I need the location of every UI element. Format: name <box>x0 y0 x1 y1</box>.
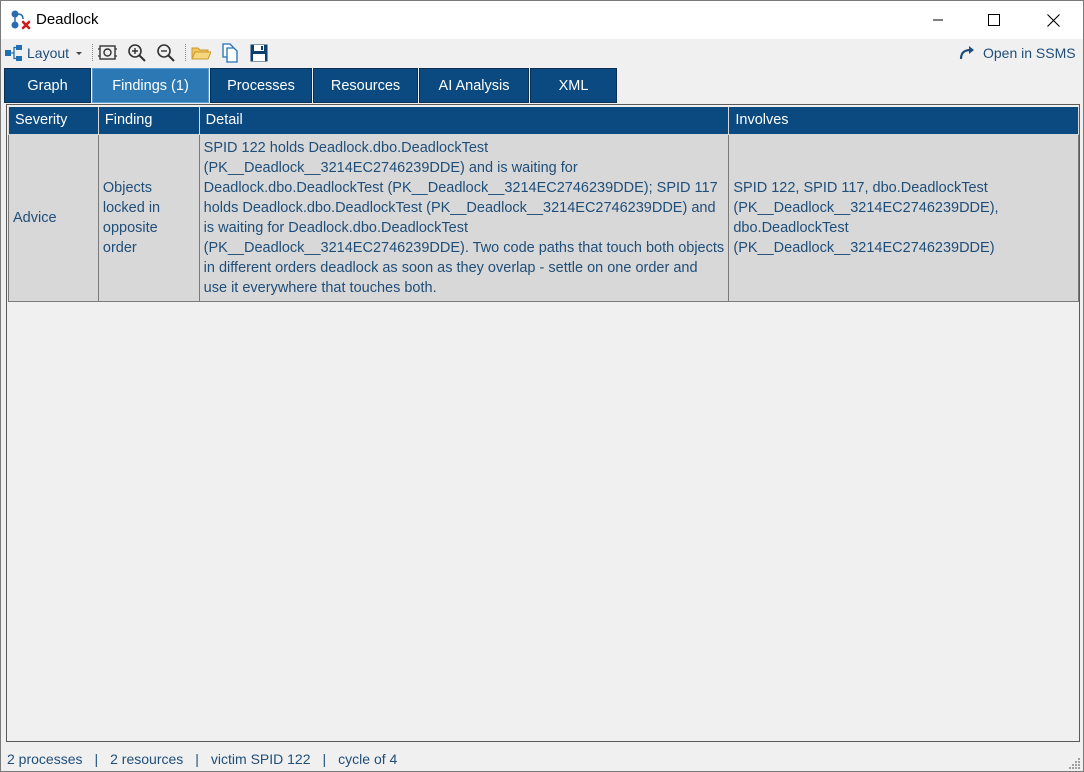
tab-processes[interactable]: Processes <box>210 68 312 103</box>
minimize-icon <box>933 19 943 21</box>
status-separator: | <box>322 751 327 767</box>
zoom-in-icon <box>128 44 146 62</box>
column-header-detail[interactable]: Detail <box>198 107 730 135</box>
layout-dropdown-button[interactable]: Layout <box>4 42 84 64</box>
findings-panel: Severity Finding Detail Involves Advice … <box>6 104 1080 742</box>
column-header-severity[interactable]: Severity <box>8 107 99 135</box>
column-header-finding[interactable]: Finding <box>97 107 200 135</box>
open-in-ssms-label: Open in SSMS <box>983 45 1076 61</box>
maximize-button[interactable] <box>971 1 1017 39</box>
copy-button[interactable] <box>220 42 240 64</box>
close-icon <box>1046 13 1060 27</box>
involves-cell[interactable]: SPID 122, SPID 117, dbo.DeadlockTest (PK… <box>728 133 1079 302</box>
copy-icon <box>222 43 238 63</box>
tab-findings[interactable]: Findings (1) <box>92 68 209 103</box>
minimize-button[interactable] <box>915 1 961 39</box>
table-row[interactable]: Advice Objects locked in opposite order … <box>8 133 1079 302</box>
zoom-out-icon <box>157 44 175 62</box>
detail-cell[interactable]: SPID 122 holds Deadlock.dbo.DeadlockTest… <box>198 133 730 302</box>
column-header-involves[interactable]: Involves <box>728 107 1079 135</box>
zoom-in-button[interactable] <box>127 42 147 64</box>
layout-label: Layout <box>27 45 70 61</box>
layout-icon <box>5 45 22 61</box>
toolbar-separator <box>185 44 186 61</box>
save-button[interactable] <box>249 42 269 64</box>
findings-table: Severity Finding Detail Involves Advice … <box>8 107 1079 302</box>
toolbar-separator <box>92 44 93 61</box>
status-cycle: cycle of 4 <box>338 751 398 767</box>
zoom-out-button[interactable] <box>156 42 176 64</box>
open-folder-icon <box>191 47 211 60</box>
status-separator: | <box>195 751 199 767</box>
status-processes: 2 processes <box>7 751 83 767</box>
status-bar: 2 processes | 2 resources | victim SPID … <box>1 746 1083 771</box>
deadlock-window: Deadlock Layout Open in SSMS Graph Findi… <box>0 0 1084 772</box>
title-bar: Deadlock <box>1 1 1083 39</box>
open-external-icon <box>959 46 974 60</box>
toolbar: Layout Open in SSMS <box>1 39 1083 66</box>
open-file-button[interactable] <box>191 42 211 64</box>
maximize-icon <box>988 14 1000 26</box>
resize-grip-icon[interactable] <box>1067 756 1081 770</box>
finding-cell[interactable]: Objects locked in opposite order <box>97 133 200 302</box>
status-victim: victim SPID 122 <box>210 751 311 767</box>
zoom-fit-button[interactable] <box>98 42 118 64</box>
save-icon <box>250 44 268 62</box>
tab-xml[interactable]: XML <box>530 68 617 103</box>
window-title: Deadlock <box>36 11 99 28</box>
tab-ai-analysis[interactable]: AI Analysis <box>419 68 529 103</box>
zoom-fit-icon <box>98 45 117 60</box>
chevron-down-icon <box>76 52 83 55</box>
status-separator: | <box>94 751 99 767</box>
tab-strip: Graph Findings (1) Processes Resources A… <box>1 66 1083 104</box>
open-in-ssms-button[interactable]: Open in SSMS <box>959 42 1076 64</box>
table-header-row: Severity Finding Detail Involves <box>8 107 1079 135</box>
close-button[interactable] <box>1030 1 1076 39</box>
tab-graph[interactable]: Graph <box>4 68 91 103</box>
tab-resources[interactable]: Resources <box>313 68 418 103</box>
severity-cell[interactable]: Advice <box>8 133 99 302</box>
status-resources: 2 resources <box>110 751 184 767</box>
deadlock-app-icon <box>10 9 32 31</box>
